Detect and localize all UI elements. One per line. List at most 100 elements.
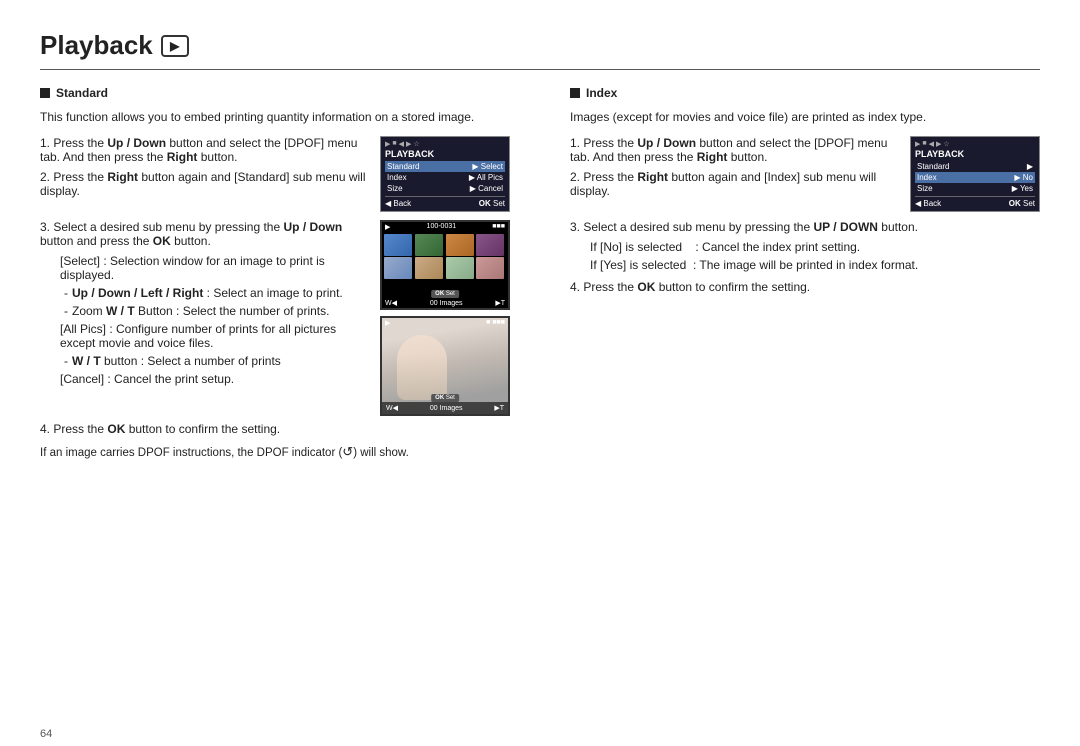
title-text: Playback	[40, 30, 153, 61]
screen2-footer: ◀ Back OK Set	[915, 196, 1035, 208]
all-pics-note: [All Pics] : Configure number of prints …	[60, 322, 368, 350]
step2-bold1: Right	[107, 170, 138, 184]
photo-large-w: W◀	[386, 404, 398, 412]
right-step2-num: 2.	[570, 170, 583, 184]
thumb-1	[384, 234, 412, 256]
screen1-footer: ◀ Back OK Set	[385, 196, 505, 208]
screen1-row3: Size▶ Cancel	[385, 183, 505, 194]
photo-screen-thumbs: ▶ 100-0031 ■■■ W	[380, 220, 510, 310]
screen1-back: ◀ Back	[385, 199, 411, 208]
screen1-ok: OK Set	[479, 199, 505, 208]
w-label: W◀	[385, 299, 397, 307]
menu-screen-1: ▶ ■ ◀ ▶ ☆ PLAYBACK Standard▶ Select Inde…	[380, 136, 510, 212]
left-column: Standard This function allows you to emb…	[40, 86, 520, 462]
right-step-4: 4. Press the OK button to confirm the se…	[570, 280, 1040, 294]
screen1-title: PLAYBACK	[385, 149, 505, 159]
updown-bullet: - Up / Down / Left / Right : Select an i…	[64, 286, 368, 300]
thumb-2	[415, 234, 443, 256]
index-bullet-icon	[570, 88, 580, 98]
step-2: 2. Press the Right button again and [Sta…	[40, 170, 368, 198]
photo-large-bg: ▶ ■ ■■■ W◀ 00 Images ▶T OK Set	[382, 318, 508, 414]
step1-bold1: Up / Down	[107, 136, 166, 150]
photo-large-bottom: W◀ 00 Images ▶T	[382, 402, 508, 414]
right-step-1: 1. Press the Up / Down button and select…	[570, 136, 898, 164]
right-step3-num: 3.	[570, 220, 583, 234]
menu-screen-1-container: ▶ ■ ◀ ▶ ☆ PLAYBACK Standard▶ Select Inde…	[380, 136, 510, 212]
screen2-back: ◀ Back	[915, 199, 941, 208]
right-step-2: 2. Press the Right button again and [Ind…	[570, 170, 898, 198]
photo-figure	[397, 335, 447, 400]
right-column: Index Images (except for movies and voic…	[560, 86, 1040, 462]
icon2-1: ▶	[915, 140, 920, 148]
right-step1-num: 1.	[570, 136, 583, 150]
images-label: 00 Images	[430, 300, 463, 307]
index-intro: Images (except for movies and voice file…	[570, 108, 1040, 126]
zoom-bullet: - Zoom W / T Button : Select the number …	[64, 304, 368, 318]
screen2-icons: ▶ ■ ◀ ▶ ☆	[915, 140, 1035, 148]
photo-screen-bottom-bar: W◀ 00 Images ▶T	[382, 298, 508, 308]
screen2-row1: Standard▶	[915, 161, 1035, 172]
step2-num: 2.	[40, 170, 53, 184]
right-step4-bold: OK	[637, 280, 655, 294]
step4-bold: OK	[107, 422, 125, 436]
icon2-5: ☆	[943, 140, 949, 148]
thumb-6	[415, 257, 443, 279]
page-number: 64	[40, 728, 52, 740]
photo-battery: ■■■	[492, 223, 505, 231]
icon5: ☆	[413, 140, 419, 148]
step1-bold2: Right	[167, 150, 198, 164]
select-note: [Select] : Selection window for an image…	[60, 254, 368, 282]
main-content: Standard This function allows you to emb…	[40, 86, 1040, 462]
thumb-8	[476, 257, 504, 279]
screen2-ok: OK Set	[1009, 199, 1035, 208]
screen1-row2: Index▶ All Pics	[385, 172, 505, 183]
index-label: Index	[586, 86, 617, 100]
icon3: ◀	[399, 140, 404, 148]
icon2: ■	[392, 140, 396, 148]
photo-screen-large: ▶ ■ ■■■ W◀ 00 Images ▶T OK Set	[380, 316, 510, 416]
ok-set-label: OK Set	[431, 290, 459, 298]
menu-screen-2-container: ▶ ■ ◀ ▶ ☆ PLAYBACK Standard▶ Index▶ No S	[910, 136, 1040, 212]
step1-text: 1. Press the Up / Down button and select…	[40, 136, 368, 212]
right-step1-bold1: Up / Down	[637, 136, 696, 150]
step4-num: 4.	[40, 422, 53, 436]
title-divider	[40, 69, 1040, 70]
right-step2-bold1: Right	[637, 170, 668, 184]
if-no-note: If [No] is selected : Cancel the index p…	[590, 240, 1040, 254]
menu-screen-2: ▶ ■ ◀ ▶ ☆ PLAYBACK Standard▶ Index▶ No S	[910, 136, 1040, 212]
right-step1-bold2: Right	[697, 150, 728, 164]
icon1: ▶	[385, 140, 390, 148]
wt-bullet: - W / T button : Select a number of prin…	[64, 354, 368, 368]
step3-block: 3. Select a desired sub menu by pressing…	[40, 220, 510, 416]
step3-bold1: Up / Down	[283, 220, 342, 234]
right-step3-bold1: UP / DOWN	[813, 220, 877, 234]
bullet-icon	[40, 88, 50, 98]
icon2-2: ■	[922, 140, 926, 148]
step-1: 1. Press the Up / Down button and select…	[40, 136, 368, 164]
right-step-3: 3. Select a desired sub menu by pressing…	[570, 220, 1040, 234]
thumb-3	[446, 234, 474, 256]
step1-num: 1.	[40, 136, 53, 150]
photo-large-icon: ▶	[385, 319, 390, 327]
thumb-7	[446, 257, 474, 279]
icon4: ▶	[406, 140, 411, 148]
step-4-left: 4. Press the OK button to confirm the se…	[40, 422, 510, 436]
right-step4-num: 4.	[570, 280, 583, 294]
icon2-4: ▶	[936, 140, 941, 148]
photo-large-mode: ■ ■■■	[486, 319, 505, 327]
right-step1-text: 1. Press the Up / Down button and select…	[570, 136, 898, 212]
step-3: 3. Select a desired sub menu by pressing…	[40, 220, 368, 248]
photo-large-images: 00 Images	[430, 405, 463, 412]
step3-num: 3.	[40, 220, 53, 234]
dpof-note: If an image carries DPOF instructions, t…	[40, 442, 510, 462]
screen2-row3: Size▶ Yes	[915, 183, 1035, 194]
icon2-3: ◀	[929, 140, 934, 148]
dpof-symbol: ↺	[342, 444, 353, 459]
photo-large-t: ▶T	[494, 404, 504, 412]
page-title: Playback ▶	[40, 30, 1040, 61]
step1-block: 1. Press the Up / Down button and select…	[40, 136, 510, 212]
step3-bold2: OK	[153, 234, 171, 248]
index-section-header: Index	[570, 86, 1040, 100]
standard-section-header: Standard	[40, 86, 510, 100]
t-label: ▶T	[495, 299, 505, 307]
